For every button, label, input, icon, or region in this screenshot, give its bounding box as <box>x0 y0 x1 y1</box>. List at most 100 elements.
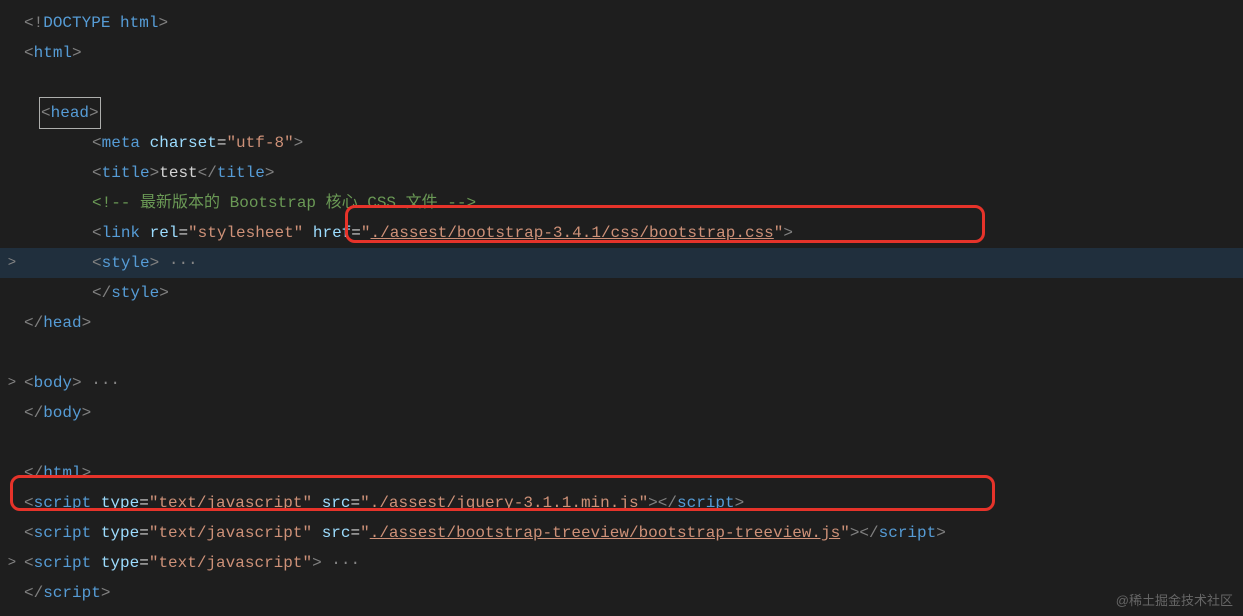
bracket: > <box>82 458 92 488</box>
tag-html: html <box>34 38 72 68</box>
watermark-text: @稀土掘金技术社区 <box>1116 590 1233 609</box>
code-line[interactable]: <link rel="stylesheet" href="./assest/bo… <box>0 218 1243 248</box>
equals: = <box>139 488 149 518</box>
bracket: </ <box>198 158 217 188</box>
code-line[interactable]: > <script type="text/javascript"> ··· <box>0 548 1243 578</box>
code-line[interactable]: <title>test</title> <box>0 158 1243 188</box>
code-line[interactable]: </body> <box>0 398 1243 428</box>
code-line[interactable]: <html> <box>0 38 1243 68</box>
equals: = <box>139 518 149 548</box>
code-line[interactable]: </head> <box>0 308 1243 338</box>
code-line-blank[interactable] <box>0 68 1243 98</box>
space <box>303 218 313 248</box>
tag-script-close: script <box>879 518 937 548</box>
bracket: </ <box>24 398 43 428</box>
code-line[interactable]: > <body> ··· <box>0 368 1243 398</box>
bracket: > <box>82 398 92 428</box>
bracket: </ <box>859 518 878 548</box>
attr-value: "text/javascript" <box>149 488 312 518</box>
attr-type: type <box>101 518 139 548</box>
cursor-selection: <head> <box>39 97 101 129</box>
bracket: > <box>150 158 160 188</box>
bracket: > <box>72 368 82 398</box>
code-line[interactable]: <script type="text/javascript" src="./as… <box>0 488 1243 518</box>
code-editor[interactable]: <!DOCTYPE html> <html> <head> <meta char… <box>0 0 1243 616</box>
attr-href: href <box>313 218 351 248</box>
attr-charset: charset <box>150 128 217 158</box>
bracket: < <box>24 368 34 398</box>
equals: = <box>351 518 361 548</box>
bracket: > <box>82 308 92 338</box>
attr-type: type <box>101 548 139 578</box>
tag-script: script <box>34 548 92 578</box>
bracket: </ <box>24 578 43 608</box>
bracket: < <box>24 548 34 578</box>
space <box>91 518 101 548</box>
bracket: > <box>312 548 322 578</box>
bracket: < <box>24 8 34 38</box>
folded-dots: ··· <box>82 368 120 398</box>
quote: " <box>360 488 370 518</box>
bracket: > <box>150 248 160 278</box>
bracket: > <box>294 128 304 158</box>
attr-value: "text/javascript" <box>149 548 312 578</box>
code-line[interactable]: <script type="text/javascript" src="./as… <box>0 518 1243 548</box>
folded-dots: ··· <box>159 248 197 278</box>
fold-chevron-icon[interactable]: > <box>4 248 20 278</box>
attr-src: src <box>322 488 351 518</box>
bracket: > <box>89 104 99 122</box>
bracket: > <box>850 518 860 548</box>
bracket: < <box>41 104 51 122</box>
bracket: > <box>72 38 82 68</box>
tag-script-close: script <box>677 488 735 518</box>
bracket: > <box>159 278 169 308</box>
tag-style-close: style <box>111 278 159 308</box>
bracket: < <box>24 518 34 548</box>
equals: = <box>351 488 361 518</box>
attr-src: src <box>322 518 351 548</box>
fold-chevron-icon[interactable]: > <box>4 548 20 578</box>
space <box>312 518 322 548</box>
space <box>140 218 150 248</box>
bracket: > <box>265 158 275 188</box>
code-line-blank[interactable] <box>0 338 1243 368</box>
title-text: test <box>159 158 197 188</box>
tag-title-close: title <box>217 158 265 188</box>
tag-body-close: body <box>43 398 81 428</box>
bracket: > <box>648 488 658 518</box>
space <box>140 128 150 158</box>
attr-src-value: ./assest/bootstrap-treeview/bootstrap-tr… <box>370 518 840 548</box>
bracket: < <box>24 488 34 518</box>
attr-value: "stylesheet" <box>188 218 303 248</box>
code-line[interactable]: <meta charset="utf-8"> <box>0 128 1243 158</box>
tag-title: title <box>102 158 150 188</box>
equals: = <box>139 548 149 578</box>
bracket: < <box>24 38 34 68</box>
bracket: > <box>735 488 745 518</box>
bracket: < <box>92 128 102 158</box>
comment: <!-- 最新版本的 Bootstrap 核心 CSS 文件 --> <box>92 188 476 218</box>
space <box>91 548 101 578</box>
code-line[interactable]: </style> <box>0 278 1243 308</box>
space <box>110 8 120 38</box>
code-line[interactable]: <!-- 最新版本的 Bootstrap 核心 CSS 文件 --> <box>0 188 1243 218</box>
doctype-bang: ! <box>34 8 44 38</box>
tag-script: script <box>34 518 92 548</box>
bracket: > <box>783 218 793 248</box>
fold-chevron-icon[interactable]: > <box>4 368 20 398</box>
code-line[interactable]: </html> <box>0 458 1243 488</box>
space <box>91 488 101 518</box>
code-line[interactable]: </script> <box>0 578 1243 608</box>
doctype-name: html <box>120 8 158 38</box>
equals: = <box>217 128 227 158</box>
attr-type: type <box>101 488 139 518</box>
code-line[interactable]: > <style> ··· <box>0 248 1243 278</box>
bracket: </ <box>92 278 111 308</box>
code-line[interactable]: <head> <box>0 98 1243 128</box>
attr-href-value: ./assest/bootstrap-3.4.1/css/bootstrap.c… <box>371 218 774 248</box>
code-line[interactable]: <!DOCTYPE html> <box>0 8 1243 38</box>
tag-style: style <box>102 248 150 278</box>
code-line-blank[interactable] <box>0 428 1243 458</box>
space <box>312 488 322 518</box>
attr-value: "text/javascript" <box>149 518 312 548</box>
